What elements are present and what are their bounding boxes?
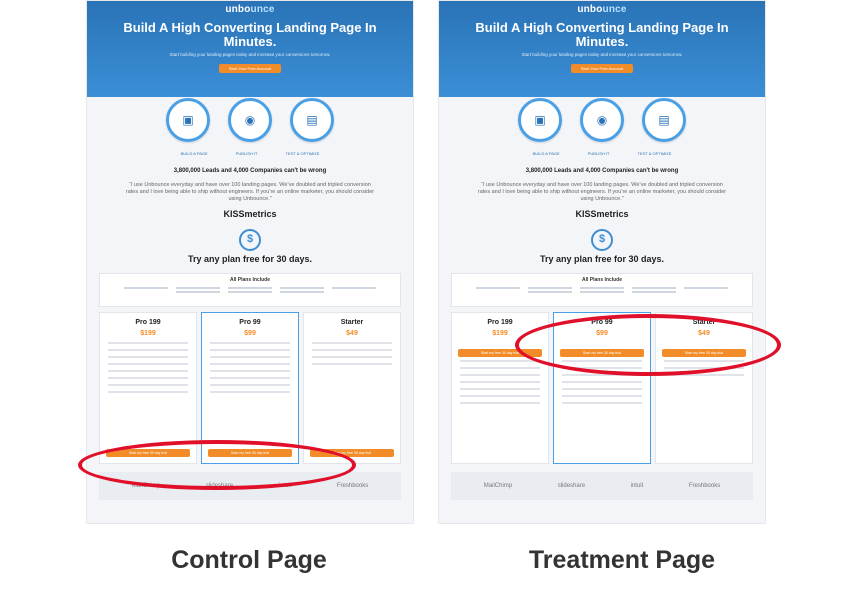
plan-name: Pro 99: [239, 319, 261, 326]
social-proof: 3,800,000 Leads and 4,000 Companies can'…: [173, 168, 327, 174]
build-icon: ▣: [518, 98, 562, 142]
hero-cta-button[interactable]: Start Your Free Account: [218, 64, 282, 73]
plan-price: $199: [140, 330, 156, 337]
step-1-label: BUILD A PAGE: [180, 151, 208, 156]
intuit-logo: intuit: [278, 483, 292, 489]
subheadline: Start building your landing pages today …: [169, 52, 331, 57]
dollar-icon: $: [239, 229, 261, 251]
pricing-table: Pro 199 $199 Start my free 30 day trial …: [451, 312, 753, 464]
step-3-label: TEST & OPTIMIZE: [637, 151, 672, 156]
social-proof: 3,800,000 Leads and 4,000 Companies can'…: [525, 168, 679, 174]
step-labels: BUILD A PAGE PUBLISH IT TEST & OPTIMIZE: [439, 151, 765, 156]
plan-pro-99: Pro 99 $99 Start my free 30 day trial: [201, 312, 299, 464]
step-1-label: BUILD A PAGE: [532, 151, 560, 156]
plan-name: Pro 199: [487, 319, 513, 326]
headline: Build A High Converting Landing Page In …: [475, 20, 729, 49]
freshbooks-logo: Freshbooks: [688, 483, 721, 489]
freshbooks-logo: Freshbooks: [336, 483, 369, 489]
partner-logos: MailChimp slideshare intuit Freshbooks: [451, 472, 753, 500]
trial-button[interactable]: Start my free 30 day trial: [560, 349, 644, 357]
kissmetrics-logo: KISSmetrics: [223, 209, 277, 219]
hero-section: unbounce Build A High Converting Landing…: [439, 1, 765, 97]
logo[interactable]: unbounce: [87, 1, 413, 15]
plan-pro-99: Pro 99 $99 Start my free 30 day trial: [553, 312, 651, 464]
step-2-label: PUBLISH IT: [235, 151, 258, 156]
testimonial-quote: “I use Unbounce everyday and have over 1…: [477, 182, 727, 202]
trial-button[interactable]: Start my free 30 day trial: [662, 349, 746, 357]
kissmetrics-logo: KISSmetrics: [575, 209, 629, 219]
slideshare-logo: slideshare: [205, 483, 234, 489]
headline: Build A High Converting Landing Page In …: [123, 20, 377, 49]
plan-name: Starter: [340, 319, 364, 326]
plan-price: $99: [244, 330, 256, 337]
intuit-logo: intuit: [630, 483, 644, 489]
trial-heading: Try any plan free for 30 days.: [539, 254, 665, 264]
step-3-label: TEST & OPTIMIZE: [285, 151, 320, 156]
control-page-screenshot: unbounce Build A High Converting Landing…: [86, 0, 414, 524]
plan-price: $99: [596, 330, 608, 337]
subheadline: Start building your landing pages today …: [521, 52, 683, 57]
globe-icon: ◉: [228, 98, 272, 142]
trial-heading: Try any plan free for 30 days.: [187, 254, 313, 264]
plan-starter: Starter $49 Start my free 30 day trial: [303, 312, 401, 464]
dollar-icon: $: [591, 229, 613, 251]
test-icon: ▤: [642, 98, 686, 142]
trial-button[interactable]: Start my free 30 day trial: [106, 449, 190, 457]
step-labels: BUILD A PAGE PUBLISH IT TEST & OPTIMIZE: [87, 151, 413, 156]
plan-pro-199: Pro 199 $199 Start my free 30 day trial: [451, 312, 549, 464]
plan-price: $49: [346, 330, 358, 337]
testimonial-quote: “I use Unbounce everyday and have over 1…: [125, 182, 375, 202]
hero-cta-button[interactable]: Start Your Free Account: [570, 64, 634, 73]
plan-name: Pro 199: [135, 319, 161, 326]
slideshare-logo: slideshare: [557, 483, 586, 489]
plans-include-box: All Plans Include: [451, 273, 753, 307]
control-caption: Control Page: [171, 546, 327, 574]
mailchimp-logo: MailChimp: [131, 483, 161, 489]
pricing-table: Pro 199 $199 Start my free 30 day trial …: [99, 312, 401, 464]
plan-price: $49: [698, 330, 710, 337]
logo[interactable]: unbounce: [439, 1, 765, 15]
plan-name: Starter: [692, 319, 716, 326]
trial-button[interactable]: Start my free 30 day trial: [458, 349, 542, 357]
treatment-page-screenshot: unbounce Build A High Converting Landing…: [438, 0, 766, 524]
partner-logos: MailChimp slideshare intuit Freshbooks: [99, 472, 401, 500]
trial-button[interactable]: Start my free 30 day trial: [208, 449, 292, 457]
plan-price: $199: [492, 330, 508, 337]
plan-name: Pro 99: [591, 319, 613, 326]
plan-pro-199: Pro 199 $199 Start my free 30 day trial: [99, 312, 197, 464]
treatment-caption: Treatment Page: [528, 546, 716, 574]
step-2-label: PUBLISH IT: [587, 151, 610, 156]
hero-section: unbounce Build A High Converting Landing…: [87, 1, 413, 97]
plans-include-box: All Plans Include: [99, 273, 401, 307]
mailchimp-logo: MailChimp: [483, 483, 513, 489]
trial-button[interactable]: Start my free 30 day trial: [310, 449, 394, 457]
plan-starter: Starter $49 Start my free 30 day trial: [655, 312, 753, 464]
build-icon: ▣: [166, 98, 210, 142]
globe-icon: ◉: [580, 98, 624, 142]
test-icon: ▤: [290, 98, 334, 142]
